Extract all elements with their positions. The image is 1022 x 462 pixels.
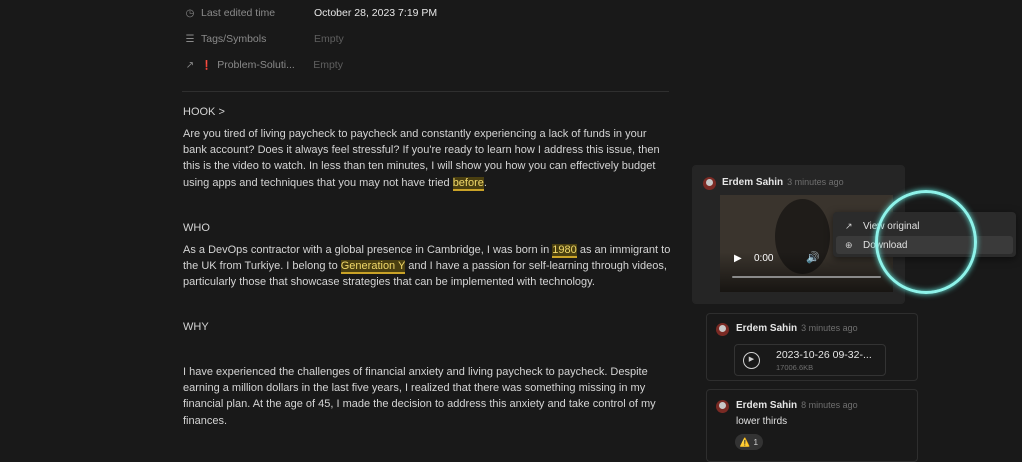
property-tags-symbols[interactable]: ☰ Tags/Symbols Empty bbox=[184, 28, 344, 50]
clock-icon: ◷ bbox=[185, 7, 195, 19]
property-name: Tags/Symbols bbox=[201, 33, 267, 45]
list-icon: ☰ bbox=[185, 33, 195, 45]
alert-dot-icon: ❗ bbox=[201, 59, 213, 70]
warning-icon: ⚠️ bbox=[739, 436, 751, 447]
property-value[interactable]: Empty bbox=[314, 33, 344, 45]
highlighted-text[interactable]: Generation Y bbox=[340, 260, 406, 275]
volume-icon[interactable]: 🔊 bbox=[806, 251, 820, 264]
file-name: 2023-10-26 09-32-... bbox=[776, 349, 872, 361]
why-paragraph[interactable]: I have experienced the challenges of fin… bbox=[183, 364, 673, 429]
who-text: As a DevOps contractor with a global pre… bbox=[183, 244, 553, 256]
video-progress-track[interactable] bbox=[732, 276, 881, 278]
comment-author: Erdem Sahin 8 minutes ago bbox=[736, 400, 858, 411]
hook-end: . bbox=[483, 176, 487, 189]
property-last-edited[interactable]: ◷ Last edited time October 28, 2023 7:19… bbox=[184, 2, 438, 24]
arrow-up-right-icon: ↗ bbox=[845, 220, 853, 231]
highlighted-text[interactable]: before bbox=[452, 176, 484, 191]
why-heading: WHY bbox=[183, 321, 209, 333]
property-value: October 28, 2023 7:19 PM bbox=[314, 7, 438, 19]
hook-heading: HOOK > bbox=[183, 106, 225, 118]
arrow-up-right-icon: ↗ bbox=[185, 59, 195, 71]
avatar bbox=[703, 177, 716, 190]
highlight-ring-annotation bbox=[875, 190, 977, 294]
property-problem-solution[interactable]: ↗ ❗ Problem-Soluti... Empty bbox=[184, 54, 343, 76]
property-value[interactable]: Empty bbox=[313, 59, 343, 71]
who-paragraph[interactable]: As a DevOps contractor with a global pre… bbox=[183, 242, 673, 291]
file-size: 17006.6KB bbox=[776, 363, 814, 372]
avatar bbox=[716, 400, 729, 413]
video-time: 0:00 bbox=[754, 253, 774, 264]
avatar bbox=[716, 323, 729, 336]
play-icon[interactable]: ▶ bbox=[734, 253, 742, 264]
play-circle-icon[interactable]: ▶ bbox=[743, 352, 760, 369]
comment-time: 3 minutes ago bbox=[801, 323, 858, 333]
divider bbox=[182, 91, 669, 92]
comment-time: 3 minutes ago bbox=[787, 177, 844, 187]
reaction-badge[interactable]: ⚠️ 1 bbox=[735, 434, 763, 450]
hook-paragraph[interactable]: Are you tired of living paycheck to payc… bbox=[183, 126, 673, 191]
comment-author: Erdem Sahin 3 minutes ago bbox=[722, 177, 844, 188]
comment-time: 8 minutes ago bbox=[801, 400, 858, 410]
highlighted-text[interactable]: 1980 bbox=[552, 244, 577, 258]
who-heading: WHO bbox=[183, 222, 210, 234]
file-attachment[interactable]: ▶ 2023-10-26 09-32-... 17006.6KB bbox=[734, 344, 886, 376]
property-name: Problem-Soluti... bbox=[217, 59, 295, 71]
hook-text: Are you tired of living paycheck to payc… bbox=[183, 128, 660, 189]
property-name: Last edited time bbox=[201, 7, 276, 19]
comment-author: Erdem Sahin 3 minutes ago bbox=[736, 323, 858, 334]
download-icon: ⊕ bbox=[845, 239, 853, 250]
reaction-count: 1 bbox=[753, 437, 759, 447]
comment-text: lower thirds bbox=[736, 416, 788, 427]
